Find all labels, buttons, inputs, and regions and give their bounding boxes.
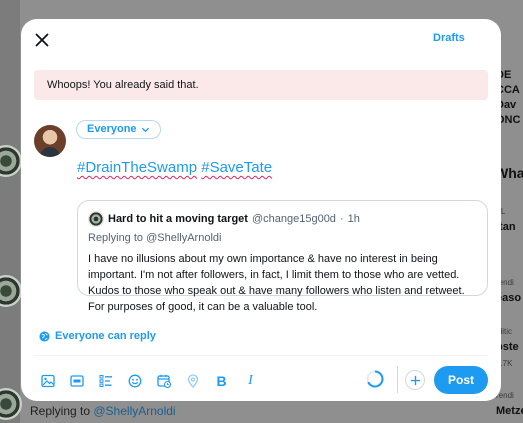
hashtag[interactable]: #DrainTheSwamp [77,159,197,176]
reply-setting-label: Everyone can reply [55,330,156,342]
background-reply-line: Replying to @ShellyArnoldi [30,404,176,418]
post-button[interactable]: Post [434,366,488,394]
schedule-icon [156,374,171,388]
drafts-button[interactable]: Drafts [433,32,465,44]
media-button[interactable] [33,370,62,392]
hashtag[interactable]: #SaveTate [201,159,272,176]
globe-icon [39,330,50,342]
close-button[interactable] [31,29,53,51]
quoted-author-name: Hard to hit a moving target [108,213,248,225]
audience-selector[interactable]: Everyone [76,120,161,139]
background-text: Metze [496,405,523,417]
gif-button[interactable] [62,370,91,392]
compose-text-area[interactable]: #DrainTheSwamp #SaveTate [77,159,272,176]
bold-button[interactable]: B [207,370,236,392]
toolbar-separator [397,366,398,393]
background-reply-prefix: Replying to [30,404,94,418]
bold-icon: B [216,373,227,389]
reply-setting-button[interactable]: Everyone can reply [39,330,156,342]
compose-modal: Drafts Whoops! You already said that. Ev… [21,19,501,401]
poll-button[interactable] [91,370,120,392]
quoted-post-time: 1h [347,213,360,225]
emoji-button[interactable] [120,370,149,392]
replying-handle: @ShellyArnoldi [146,232,222,244]
add-post-button[interactable] [405,370,425,390]
media-icon [40,374,55,388]
location-button[interactable] [178,370,207,392]
italic-icon: I [248,373,253,388]
replying-prefix: Replying to [88,232,147,244]
emoji-icon [128,374,141,388]
background-reply-handle: @ShellyArnoldi [93,404,176,418]
background-left-column [0,0,20,423]
character-count-ring [366,370,384,388]
close-icon [35,33,49,47]
divider [34,355,488,356]
avatar[interactable] [34,125,66,157]
quoted-author-avatar [88,211,104,227]
quoted-replying-to: Replying to @ShellyArnoldi [88,232,221,244]
quoted-author-handle: @change15g00d [251,213,336,225]
duplicate-post-alert: Whoops! You already said that. [34,70,488,100]
poll-icon [99,375,112,387]
quoted-post-header: Hard to hit a moving target @change15g00… [88,211,360,227]
plus-icon [410,375,420,385]
audience-label: Everyone [87,123,137,135]
quoted-post[interactable]: Hard to hit a moving target @change15g00… [77,200,488,313]
quoted-post-body: I have no illusions about my own importa… [88,253,465,313]
italic-button[interactable]: I [236,370,265,392]
schedule-button[interactable] [149,370,178,392]
separator-dot: · [339,213,344,225]
chevron-down-icon [141,127,149,133]
compose-toolbar: B I [33,370,265,392]
gif-icon [69,375,84,387]
location-icon [187,374,198,388]
